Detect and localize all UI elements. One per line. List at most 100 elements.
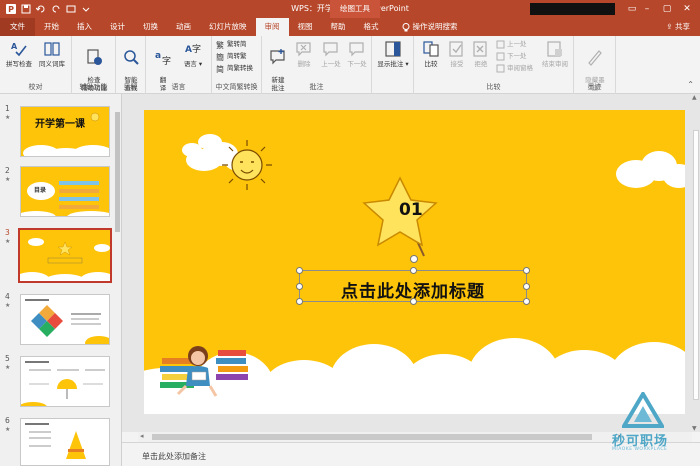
slide-thumbnail-1[interactable]: 开学第一课 — [20, 106, 110, 157]
svg-text:繁: 繁 — [216, 40, 224, 49]
new-comment-icon — [270, 49, 285, 65]
slideshow-icon[interactable] — [66, 4, 76, 14]
group-show-comments: 显示批注 ▾ — [372, 36, 414, 94]
thumbnail-number: 1 — [5, 104, 10, 113]
group-compare-label: 比较 — [486, 83, 501, 91]
next-comment-button[interactable]: 下一处 — [344, 40, 370, 68]
resize-handle-right[interactable] — [523, 283, 530, 290]
ribbon-tab-bar: 文件 开始 插入 设计 切换 动画 幻灯片放映 审阅 视图 帮助 格式 操作说明… — [0, 18, 700, 36]
thumbnail-number: 2 — [5, 166, 10, 175]
previous-comment-icon — [323, 42, 338, 57]
tab-format[interactable]: 格式 — [355, 18, 388, 36]
tab-view[interactable]: 视图 — [289, 18, 322, 36]
tab-file[interactable]: 文件 — [0, 18, 35, 36]
trad-to-simp-button[interactable]: 繁繁转简 — [216, 40, 247, 49]
slide-thumbnail-2[interactable]: 目录 — [20, 166, 110, 217]
share-button[interactable]: ⇪ 共享 — [666, 21, 690, 32]
tab-animations[interactable]: 动画 — [167, 18, 200, 36]
compare-button[interactable]: 比较 — [418, 40, 444, 68]
scroll-left-icon[interactable]: ◂ — [140, 432, 144, 440]
thumbnail-scrollbar-thumb[interactable] — [115, 112, 120, 232]
resize-handle-top-right[interactable] — [523, 267, 530, 274]
current-slide[interactable]: 01 点击此处添加标题 — [144, 110, 685, 414]
language-button[interactable]: A字 语言 ▾ — [180, 40, 206, 68]
tab-help[interactable]: 帮助 — [322, 18, 355, 36]
previous-change-button[interactable]: 上一处 — [496, 40, 527, 49]
svg-text:P: P — [8, 5, 14, 14]
translate-icon: a字 — [155, 51, 171, 66]
slide-thumbnail-6[interactable] — [20, 418, 110, 466]
slide-horizontal-scrollbar[interactable]: ◂ ▸ — [138, 432, 692, 442]
collapse-ribbon-icon[interactable]: ⌃ — [687, 80, 694, 89]
group-accessibility: 检查 辅助功能 辅助功能 — [72, 36, 116, 94]
group-proofing: A 拼写检查 同义词库 校对 — [0, 36, 72, 94]
share-icon: ⇪ — [666, 22, 673, 31]
simp-to-trad-button[interactable]: 簡简转繁 — [216, 52, 247, 61]
close-button[interactable]: ✕ — [680, 2, 694, 16]
minimize-button[interactable]: – — [640, 2, 654, 16]
restore-button[interactable]: ▢ — [660, 2, 674, 16]
tab-design[interactable]: 设计 — [101, 18, 134, 36]
thumbnail-number: 3 — [5, 228, 10, 237]
ribbon-display-options-button[interactable]: ▭ — [625, 2, 639, 16]
group-accessibility-label: 辅助功能 — [79, 83, 108, 91]
rotate-handle-icon[interactable] — [410, 255, 418, 263]
thumbnail-scrollbar[interactable] — [114, 94, 121, 466]
tab-home[interactable]: 开始 — [35, 18, 68, 36]
slide-editing-area: 01 点击此处添加标题 — [122, 94, 692, 432]
reject-change-button[interactable]: 拒绝 — [470, 40, 492, 68]
tell-me-search[interactable]: 操作说明搜索 — [402, 18, 458, 36]
next-comment-icon — [349, 42, 364, 57]
thumbnail-2-title: 目录 — [34, 187, 47, 194]
title-placeholder-box[interactable]: 点击此处添加标题 — [296, 255, 530, 305]
group-ink-label: 墨迹 — [587, 83, 602, 91]
end-review-button[interactable]: 结束审阅 — [538, 40, 572, 68]
slide-vertical-scrollbar[interactable]: ▲ ▼ — [692, 94, 700, 432]
customize-toolbar-icon[interactable] — [81, 4, 91, 14]
redo-icon[interactable] — [51, 4, 61, 14]
slide-thumbnail-3[interactable] — [18, 228, 112, 283]
scroll-down-icon[interactable]: ▼ — [692, 425, 697, 432]
horizontal-scrollbar-thumb[interactable] — [152, 434, 592, 440]
thesaurus-button[interactable]: 同义词库 — [36, 40, 68, 68]
notes-placeholder[interactable]: 单击此处添加备注 — [142, 451, 206, 462]
save-icon[interactable] — [21, 4, 31, 14]
dropdown-arrow-icon: ▾ — [196, 60, 203, 68]
resize-handle-top-left[interactable] — [296, 267, 303, 274]
delete-comment-icon — [296, 42, 311, 57]
tab-review[interactable]: 审阅 — [255, 18, 289, 36]
undo-icon[interactable] — [36, 4, 46, 14]
scroll-up-icon[interactable]: ▲ — [692, 94, 697, 101]
group-chinese-conversion: 繁繁转简 簡简转繁 简简繁转换 中文简繁转换 — [212, 36, 262, 94]
next-change-button[interactable]: 下一处 — [496, 52, 527, 61]
accept-icon — [449, 41, 463, 57]
reject-icon — [473, 41, 487, 57]
svg-text:字: 字 — [162, 55, 171, 66]
slide-thumbnail-5[interactable] — [20, 356, 110, 407]
previous-comment-button[interactable]: 上一处 — [318, 40, 344, 68]
resize-handle-top[interactable] — [410, 267, 417, 274]
resize-handle-left[interactable] — [296, 283, 303, 290]
svg-text:简: 简 — [216, 64, 224, 73]
section-number-badge: 01 — [399, 200, 423, 220]
show-comments-button[interactable]: 显示批注 ▾ — [374, 40, 412, 68]
reviewing-pane-button[interactable]: 审阅窗格 — [496, 64, 533, 73]
watermark-subtext: MIAOKE WORKPLACE — [612, 447, 668, 452]
spelling-button[interactable]: A 拼写检查 — [4, 40, 34, 68]
tab-insert[interactable]: 插入 — [68, 18, 101, 36]
slide-thumbnail-4[interactable] — [20, 294, 110, 345]
resize-handle-bottom[interactable] — [410, 298, 417, 305]
chinese-conversion-button[interactable]: 简简繁转换 — [216, 64, 253, 73]
dropdown-arrow-icon: ▾ — [403, 60, 409, 68]
end-review-icon — [547, 41, 562, 57]
tab-slideshow[interactable]: 幻灯片放映 — [200, 18, 256, 36]
tab-transitions[interactable]: 切换 — [134, 18, 167, 36]
group-comments: 新建 批注 删除 上一处 下一处 批注 — [262, 36, 372, 94]
resize-handle-bottom-left[interactable] — [296, 298, 303, 305]
resize-handle-bottom-right[interactable] — [523, 298, 530, 305]
accept-change-button[interactable]: 接受 — [446, 40, 468, 68]
compare-icon — [423, 41, 439, 57]
vertical-scrollbar-thumb[interactable] — [693, 130, 699, 400]
simp-to-trad-icon: 簡 — [216, 52, 224, 61]
delete-comment-button[interactable]: 删除 — [292, 40, 316, 68]
